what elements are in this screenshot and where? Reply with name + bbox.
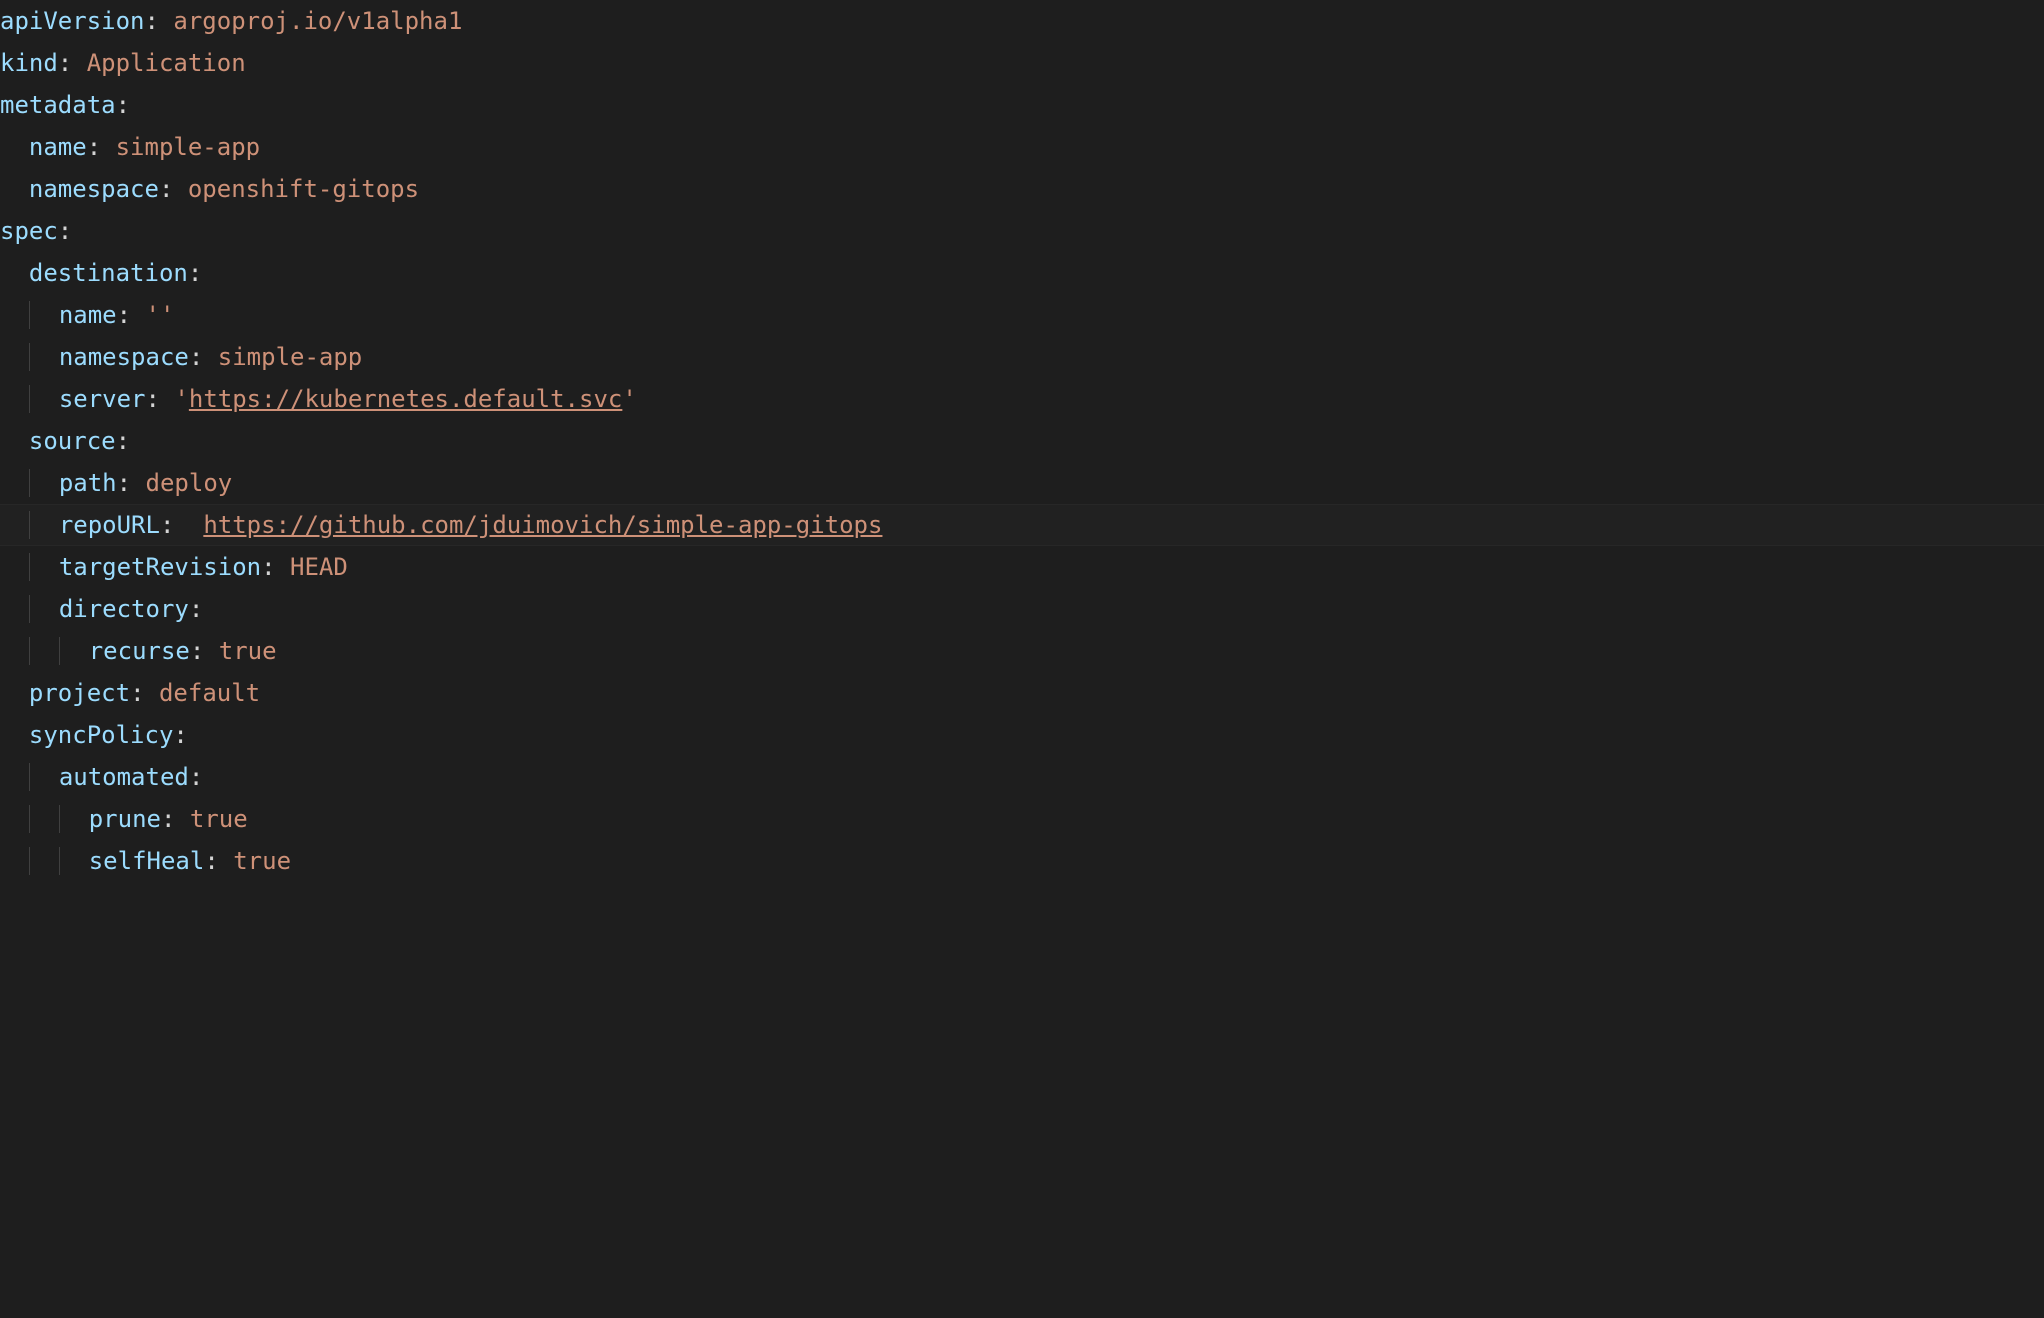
code-line-current[interactable]: repoURL: https://github.com/jduimovich/s…: [0, 504, 2044, 546]
colon: :: [160, 511, 174, 539]
colon: :: [189, 595, 203, 623]
code-editor[interactable]: apiVersion: argoproj.io/v1alpha1 kind: A…: [0, 0, 2044, 882]
indent-guide: [29, 595, 44, 623]
yaml-key: server: [59, 385, 146, 413]
code-line[interactable]: targetRevision: HEAD: [0, 546, 2044, 588]
yaml-key: targetRevision: [59, 553, 261, 581]
yaml-key: path: [59, 469, 117, 497]
yaml-key: kind: [0, 49, 58, 77]
indent-guide: [29, 385, 44, 413]
colon: :: [261, 553, 275, 581]
colon: :: [188, 259, 202, 287]
colon: :: [117, 301, 131, 329]
colon: :: [58, 217, 72, 245]
indent-guide: [29, 469, 44, 497]
yaml-key: source: [29, 427, 116, 455]
code-line[interactable]: automated:: [0, 756, 2044, 798]
colon: :: [159, 175, 173, 203]
colon: :: [189, 343, 203, 371]
code-line[interactable]: directory:: [0, 588, 2044, 630]
colon: :: [116, 427, 130, 455]
yaml-value: true: [190, 805, 248, 833]
code-line[interactable]: namespace: openshift-gitops: [0, 168, 2044, 210]
yaml-value: true: [233, 847, 291, 875]
yaml-value: HEAD: [290, 553, 348, 581]
yaml-url[interactable]: https://kubernetes.default.svc: [189, 385, 622, 413]
indent-guide: [29, 301, 44, 329]
indent-guide: [29, 637, 44, 665]
yaml-value: simple-app: [116, 133, 261, 161]
code-line[interactable]: selfHeal: true: [0, 840, 2044, 882]
yaml-quote: ': [622, 385, 636, 413]
yaml-key: project: [29, 679, 130, 707]
yaml-key: prune: [89, 805, 161, 833]
code-line[interactable]: prune: true: [0, 798, 2044, 840]
yaml-key: recurse: [89, 637, 190, 665]
indent-guide: [59, 637, 74, 665]
code-line[interactable]: apiVersion: argoproj.io/v1alpha1: [0, 0, 2044, 42]
code-line[interactable]: spec:: [0, 210, 2044, 252]
code-line[interactable]: project: default: [0, 672, 2044, 714]
yaml-key: apiVersion: [0, 7, 145, 35]
yaml-key: syncPolicy: [29, 721, 174, 749]
indent-guide: [29, 511, 44, 539]
code-line[interactable]: source:: [0, 420, 2044, 462]
indent-guide: [29, 343, 44, 371]
colon: :: [189, 763, 203, 791]
yaml-key: directory: [59, 595, 189, 623]
yaml-key: name: [59, 301, 117, 329]
code-line[interactable]: name: '': [0, 294, 2044, 336]
indent-guide: [29, 805, 44, 833]
yaml-key: repoURL: [59, 511, 160, 539]
colon: :: [173, 721, 187, 749]
code-line[interactable]: path: deploy: [0, 462, 2044, 504]
colon: :: [58, 49, 72, 77]
code-line[interactable]: namespace: simple-app: [0, 336, 2044, 378]
yaml-key: automated: [59, 763, 189, 791]
yaml-value: Application: [87, 49, 246, 77]
yaml-key: spec: [0, 217, 58, 245]
indent-guide: [59, 847, 74, 875]
yaml-value: argoproj.io/v1alpha1: [173, 7, 462, 35]
yaml-value: openshift-gitops: [188, 175, 419, 203]
yaml-key: namespace: [59, 343, 189, 371]
yaml-value: deploy: [146, 469, 233, 497]
colon: :: [130, 679, 144, 707]
yaml-quote: ': [160, 301, 174, 329]
yaml-quote: ': [146, 301, 160, 329]
yaml-quote: ': [174, 385, 188, 413]
code-line[interactable]: server: 'https://kubernetes.default.svc': [0, 378, 2044, 420]
yaml-key: selfHeal: [89, 847, 205, 875]
colon: :: [190, 637, 204, 665]
code-line[interactable]: syncPolicy:: [0, 714, 2044, 756]
colon: :: [87, 133, 101, 161]
yaml-value: true: [219, 637, 277, 665]
yaml-key: metadata: [0, 91, 116, 119]
colon: :: [204, 847, 218, 875]
indent-guide: [29, 763, 44, 791]
yaml-url[interactable]: https://github.com/jduimovich/simple-app…: [203, 511, 882, 539]
yaml-key: destination: [29, 259, 188, 287]
yaml-value: default: [159, 679, 260, 707]
colon: :: [117, 469, 131, 497]
code-line[interactable]: destination:: [0, 252, 2044, 294]
colon: :: [161, 805, 175, 833]
code-line[interactable]: kind: Application: [0, 42, 2044, 84]
colon: :: [146, 385, 160, 413]
colon: :: [145, 7, 159, 35]
code-line[interactable]: recurse: true: [0, 630, 2044, 672]
code-line[interactable]: name: simple-app: [0, 126, 2044, 168]
yaml-key: namespace: [29, 175, 159, 203]
code-line[interactable]: metadata:: [0, 84, 2044, 126]
indent-guide: [29, 553, 44, 581]
colon: :: [116, 91, 130, 119]
yaml-value: simple-app: [218, 343, 363, 371]
indent-guide: [59, 805, 74, 833]
indent-guide: [29, 847, 44, 875]
yaml-key: name: [29, 133, 87, 161]
